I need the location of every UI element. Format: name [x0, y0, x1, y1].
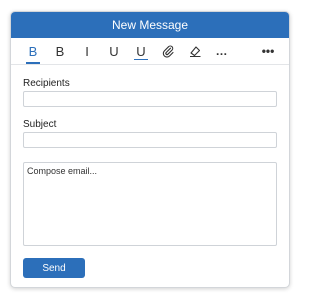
underline-label: U	[109, 43, 119, 59]
bold-alt-button[interactable]: B	[49, 40, 71, 62]
underline-color-label: U	[136, 43, 146, 59]
bold-alt-label: B	[55, 43, 65, 59]
subject-label: Subject	[23, 119, 57, 130]
overflow-menu-label: •••	[261, 44, 275, 58]
bold-button[interactable]: B	[22, 40, 44, 64]
highlighter-icon	[190, 46, 201, 58]
more-formatting-button[interactable]: …	[211, 40, 233, 62]
italic-button[interactable]: I	[76, 40, 98, 62]
italic-label: I	[85, 43, 89, 59]
overflow-menu-button[interactable]: •••	[257, 40, 279, 62]
formatting-toolbar: B B I U U … •••	[11, 38, 289, 65]
attach-button[interactable]	[157, 40, 179, 62]
send-button[interactable]: Send	[23, 258, 85, 278]
underline-button[interactable]: U	[103, 40, 125, 62]
recipients-field[interactable]	[23, 91, 277, 107]
title-bar: New Message	[11, 12, 289, 38]
compose-window: New Message B B I U U … ••• Recipients S…	[10, 11, 290, 288]
paperclip-icon	[162, 45, 174, 58]
underline-color-button[interactable]: U	[130, 40, 152, 62]
more-formatting-label: …	[215, 44, 229, 58]
bold-label: B	[28, 43, 38, 59]
highlight-button[interactable]	[184, 40, 206, 62]
window-title: New Message	[111, 18, 189, 32]
subject-field[interactable]	[23, 132, 277, 148]
compose-body-field[interactable]	[23, 162, 277, 246]
recipients-label: Recipients	[23, 78, 70, 89]
